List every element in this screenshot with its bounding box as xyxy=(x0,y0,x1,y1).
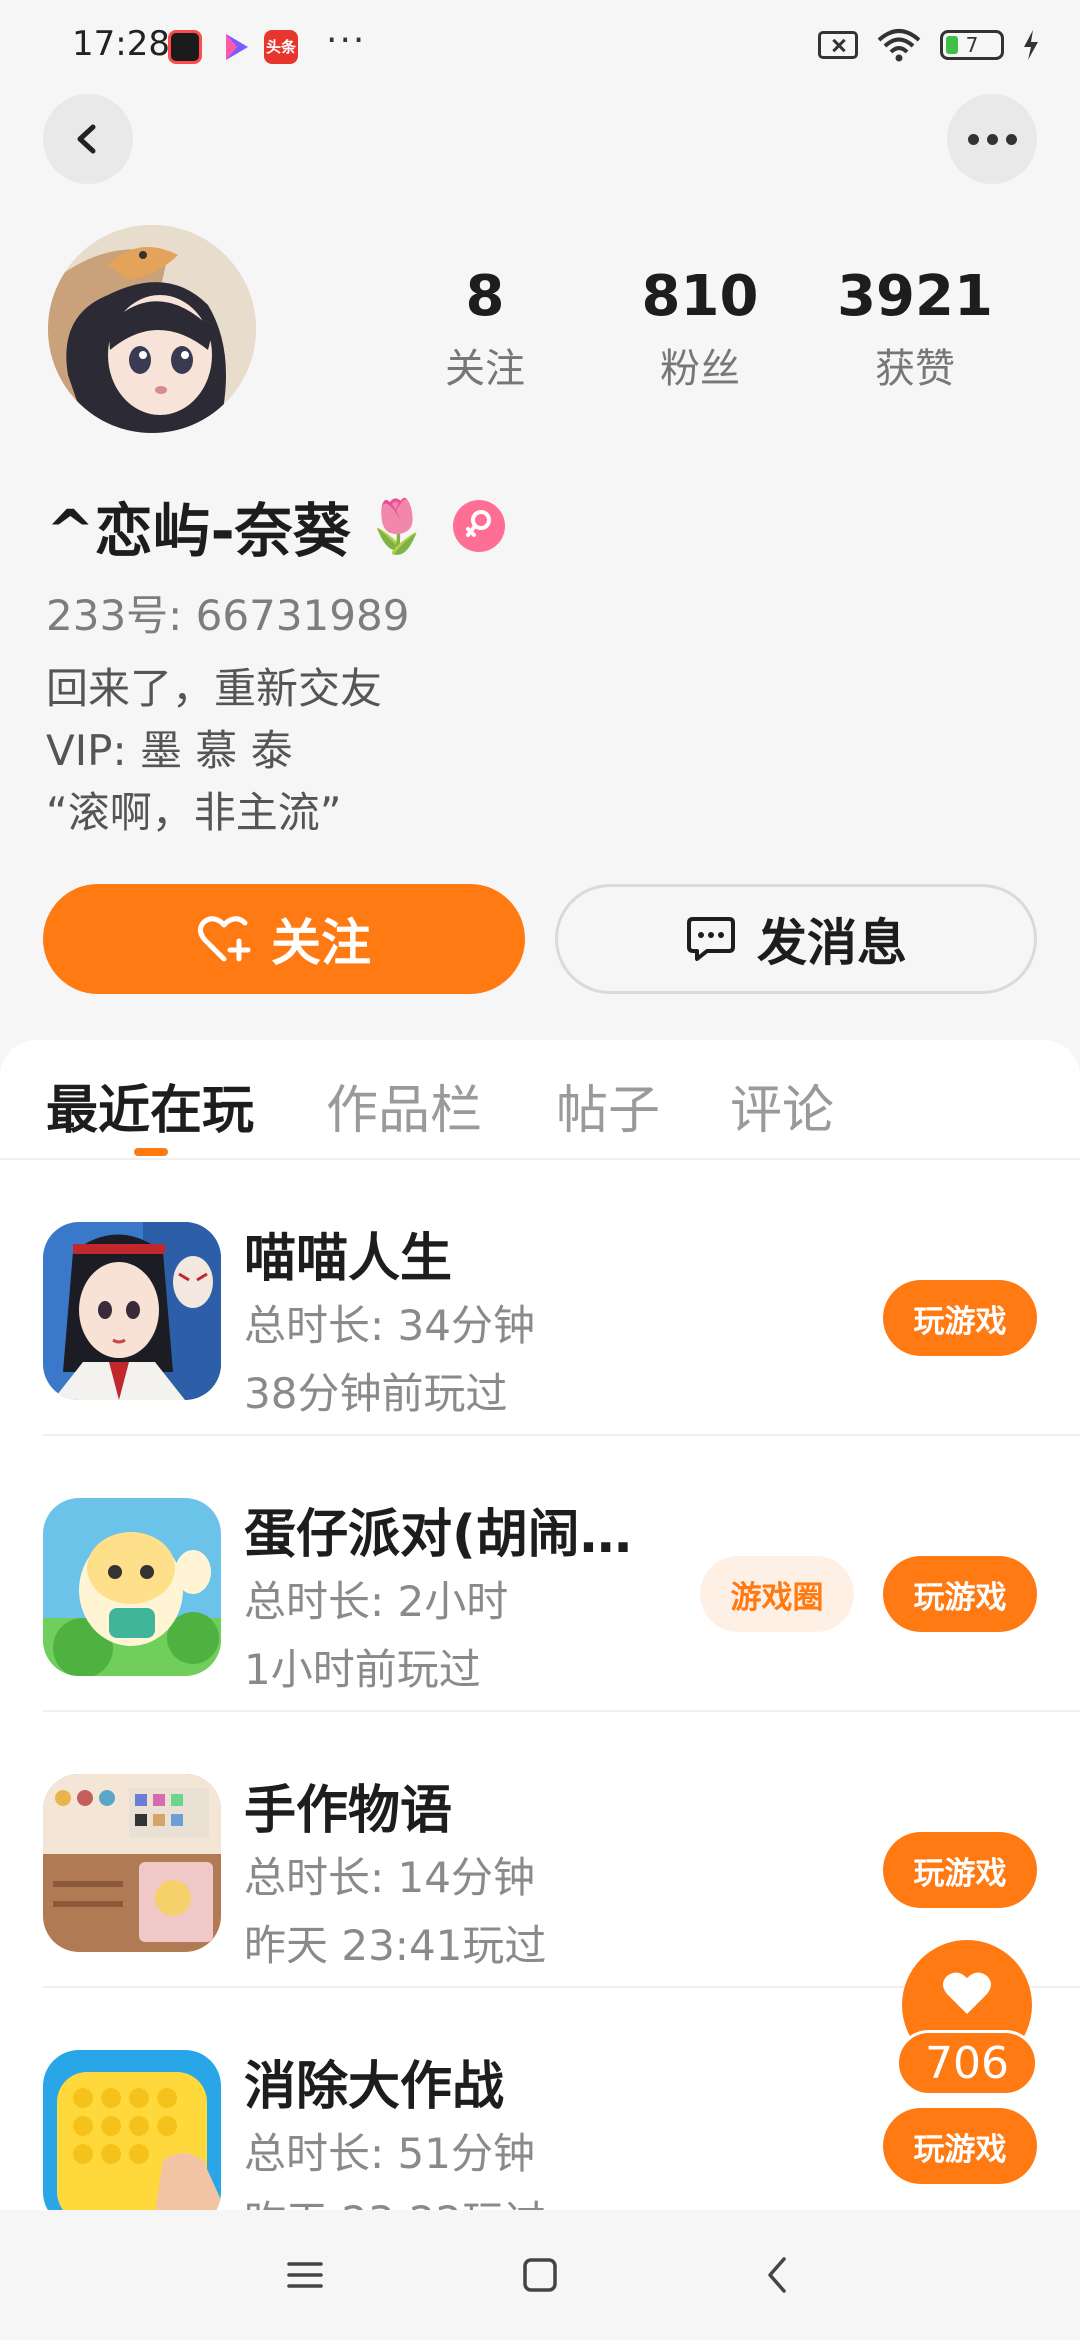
video-app-icon xyxy=(168,30,202,64)
no-sim-icon xyxy=(818,31,858,59)
female-gender-icon xyxy=(453,500,506,552)
stat-label: 关注 xyxy=(445,346,525,392)
avatar-image xyxy=(48,225,256,433)
charging-icon xyxy=(1024,30,1038,60)
tab-bar: 最近在玩 作品栏 帖子 评论 xyxy=(0,1040,1080,1160)
battery-icon: 7 xyxy=(940,30,1004,60)
bio-line: “滚啊，非主流” xyxy=(46,788,342,837)
game-title: 手作物语 xyxy=(244,1781,453,1841)
play-game-button[interactable]: 玩游戏 xyxy=(883,1556,1037,1632)
game-list-item[interactable]: 手作物语 总时长: 14分钟 昨天 23:41玩过 玩游戏 xyxy=(0,1712,1080,1988)
back-nav-button[interactable] xyxy=(752,2250,802,2300)
game-last-played: 昨天 23:41玩过 xyxy=(244,1921,547,1970)
game-title: 消除大作战 xyxy=(244,2057,505,2117)
username: ^恋屿-奈葵 xyxy=(46,497,351,565)
system-nav-bar xyxy=(0,2210,1080,2340)
stat-likes[interactable]: 3921 获赞 xyxy=(830,262,1000,394)
game-icon-eggy-party[interactable] xyxy=(43,1498,221,1676)
game-icon-elimination-battle[interactable] xyxy=(43,2050,221,2210)
profile-stats: 8 关注 810 粉丝 3921 获赞 xyxy=(400,262,1000,394)
message-label: 发消息 xyxy=(757,914,907,972)
game-duration: 总时长: 14分钟 xyxy=(244,1853,535,1902)
status-indicators: 7 xyxy=(818,28,1040,62)
more-dots-icon xyxy=(967,133,1017,145)
tab-recently-played[interactable]: 最近在玩 xyxy=(46,1068,254,1143)
follow-button[interactable]: 关注 xyxy=(43,884,525,994)
game-icon-handmade-story[interactable] xyxy=(43,1774,221,1952)
heart-icon xyxy=(943,1972,991,2014)
heart-plus-icon xyxy=(197,916,251,962)
menu-nav-button[interactable] xyxy=(280,2250,330,2300)
user-id: 233号: 66731989 xyxy=(46,591,410,640)
tab-indicator xyxy=(134,1148,168,1156)
play-app-icon xyxy=(218,30,252,64)
stat-value: 3921 xyxy=(837,264,993,329)
stat-following[interactable]: 8 关注 xyxy=(400,262,570,394)
stat-label: 获赞 xyxy=(875,346,955,392)
wifi-icon xyxy=(877,29,921,62)
stat-value: 8 xyxy=(465,264,505,329)
bio: 回来了，重新交友 VIP: 墨 慕 泰 “滚啊，非主流” xyxy=(46,658,382,844)
game-list-item[interactable]: 喵喵人生 总时长: 34分钟 38分钟前玩过 玩游戏 xyxy=(0,1160,1080,1436)
chat-bubble-icon xyxy=(687,917,735,961)
square-home-icon xyxy=(523,2258,557,2292)
status-bar: 17:28 头条 ··· 7 xyxy=(0,0,1080,96)
game-title: 蛋仔派对(胡闹… xyxy=(244,1505,632,1565)
game-icon-meow-life[interactable] xyxy=(43,1222,221,1400)
toutiao-app-icon: 头条 xyxy=(264,30,298,64)
home-nav-button[interactable] xyxy=(515,2250,565,2300)
tulip-emoji: 🌷 xyxy=(364,496,430,557)
like-count-badge: 706 xyxy=(896,2030,1038,2096)
send-message-button[interactable]: 发消息 xyxy=(555,884,1037,994)
tab-posts[interactable]: 帖子 xyxy=(556,1068,660,1143)
chevron-left-icon xyxy=(77,124,96,154)
more-options-button[interactable] xyxy=(947,94,1037,184)
tab-works[interactable]: 作品栏 xyxy=(326,1068,482,1143)
play-game-button[interactable]: 玩游戏 xyxy=(883,1280,1037,1356)
game-last-played: 1小时前玩过 xyxy=(244,1645,481,1694)
stat-label: 粉丝 xyxy=(660,346,740,392)
tab-comments[interactable]: 评论 xyxy=(730,1068,834,1143)
game-duration: 总时长: 51分钟 xyxy=(244,2129,535,2178)
battery-level: 7 xyxy=(965,33,979,57)
menu-icon xyxy=(287,2262,323,2288)
play-game-button[interactable]: 玩游戏 xyxy=(883,1832,1037,1908)
username-row: ^恋屿-奈葵 🌷 xyxy=(46,484,506,568)
game-last-played: 昨天 23:22玩过 xyxy=(244,2188,546,2210)
stat-followers[interactable]: 810 粉丝 xyxy=(615,262,785,394)
play-game-button[interactable]: 玩游戏 xyxy=(883,2108,1037,2184)
status-time: 17:28 xyxy=(72,24,170,64)
bio-line: VIP: 墨 慕 泰 xyxy=(46,726,293,775)
game-last-played: 38分钟前玩过 xyxy=(244,1369,508,1418)
game-list-item[interactable]: 蛋仔派对(胡闹… 总时长: 2小时 1小时前玩过 游戏圈 玩游戏 xyxy=(0,1436,1080,1712)
game-circle-button[interactable]: 游戏圈 xyxy=(700,1556,854,1632)
stat-value: 810 xyxy=(641,264,759,329)
follow-label: 关注 xyxy=(271,914,371,972)
game-duration: 总时长: 2小时 xyxy=(244,1577,509,1626)
back-arrow-icon xyxy=(768,2257,786,2293)
bio-line: 回来了，重新交友 xyxy=(46,664,383,713)
game-duration: 总时长: 34分钟 xyxy=(244,1301,535,1350)
back-button[interactable] xyxy=(43,94,133,184)
more-notifications-icon: ··· xyxy=(326,20,367,61)
game-title: 喵喵人生 xyxy=(244,1229,453,1289)
avatar[interactable] xyxy=(48,225,256,433)
